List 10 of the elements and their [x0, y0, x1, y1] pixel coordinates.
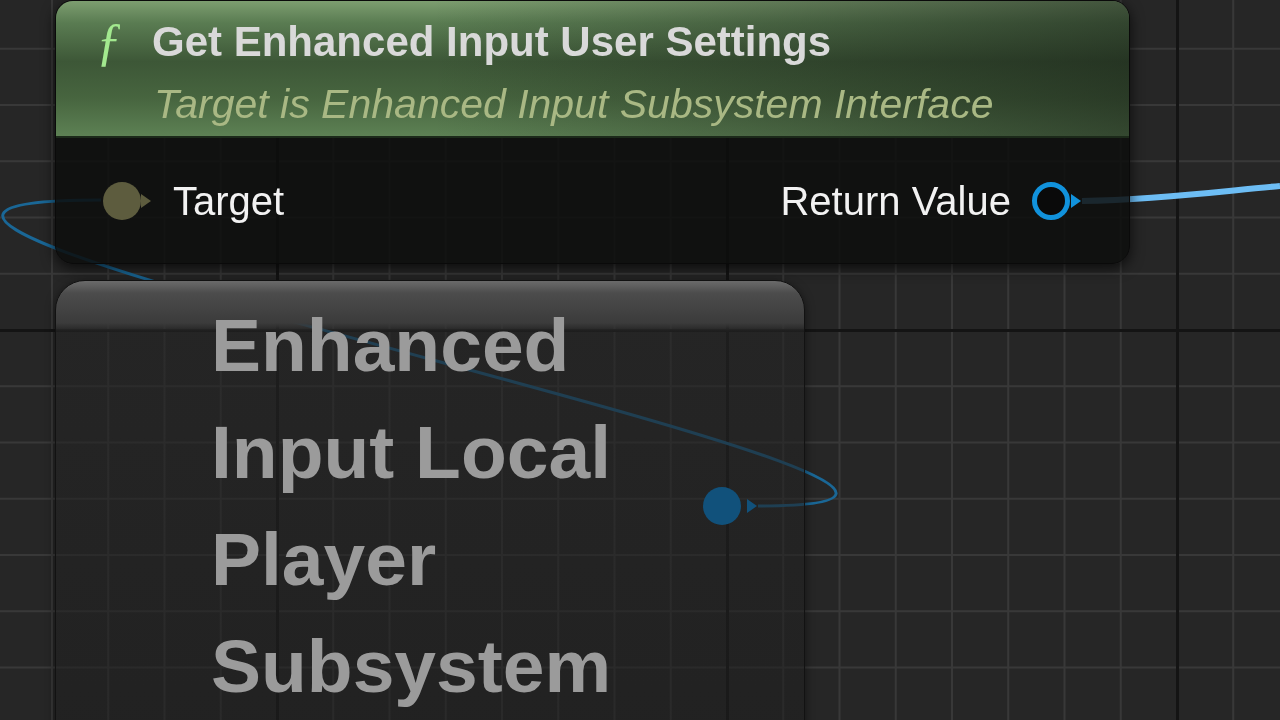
node-title: Enhanced Input Local Player Subsystem: [211, 302, 613, 710]
pin-label: Target: [173, 177, 285, 224]
function-node[interactable]: ƒ Get Enhanced Input User Settings Target is Enhanced Input Subsystem Interface Target Return Value: [55, 0, 1130, 264]
node-title: Get Enhanced Input User Settings: [152, 18, 833, 66]
node-subtitle: Target is Enhanced Input Subsystem Interface: [154, 80, 995, 128]
function-symbol: ƒ: [96, 18, 122, 66]
pin-icon[interactable]: [102, 180, 151, 221]
variable-node[interactable]: Enhanced Input Local Player Subsystem: [55, 280, 805, 720]
pin-icon[interactable]: [1031, 180, 1081, 221]
pin-label: Return Value: [780, 177, 1011, 224]
